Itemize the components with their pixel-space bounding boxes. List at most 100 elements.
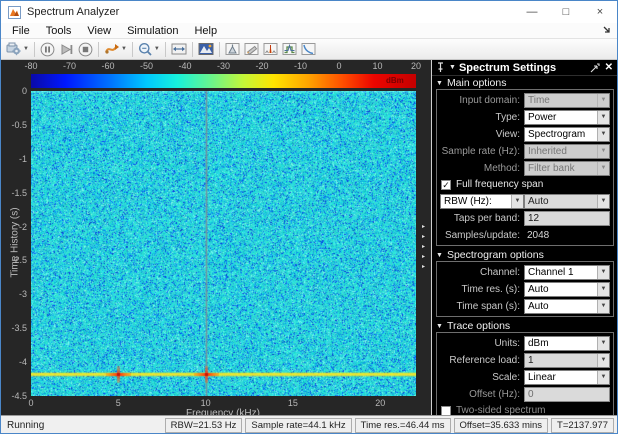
chevron-down-icon: ▼ bbox=[153, 46, 160, 52]
zoom-icon bbox=[138, 42, 152, 56]
tick-label: -3.5 bbox=[11, 323, 27, 334]
status-rbw: RBW=21.53 Hz bbox=[164, 417, 243, 433]
full-frequency-span-checkbox[interactable]: ✓ bbox=[441, 179, 451, 190]
playback-source-button[interactable]: ▼ bbox=[102, 40, 129, 58]
collapse-section-icon: ▼ bbox=[436, 79, 443, 87]
menu-view[interactable]: View bbox=[79, 25, 119, 37]
chevron-down-icon: ▼ bbox=[597, 194, 609, 208]
status-offset: Offset=35.633 mins bbox=[453, 417, 549, 433]
tick-label: 0 bbox=[21, 86, 27, 96]
main-options-box: Input domain: Time ▼ Type: Power ▼ View: S… bbox=[436, 89, 614, 246]
tick-label: -4 bbox=[18, 357, 27, 368]
maximize-button[interactable]: □ bbox=[549, 1, 583, 23]
pause-button[interactable] bbox=[38, 40, 57, 58]
method-row: Method: Filter bank ▼ bbox=[440, 160, 610, 176]
status-time-res: Time res.=46.44 ms bbox=[354, 417, 451, 433]
type-select[interactable]: Power ▼ bbox=[524, 109, 610, 125]
chevron-down-icon: ▼ bbox=[597, 370, 609, 384]
tick-label: 0 bbox=[336, 61, 342, 71]
channel-select[interactable]: Channel 1 ▼ bbox=[524, 264, 610, 280]
rbw-mode-select[interactable]: RBW (Hz): ▼ bbox=[440, 193, 524, 209]
scale-select[interactable]: Linear ▼ bbox=[524, 369, 610, 385]
field-label: Units: bbox=[494, 337, 520, 349]
peak-finder-icon bbox=[225, 43, 240, 55]
spectrogram-view-button[interactable] bbox=[196, 40, 216, 58]
section-trace-options[interactable]: ▼ Trace options bbox=[432, 319, 617, 332]
panel-title: Spectrum Settings bbox=[458, 61, 557, 74]
view-select[interactable]: Spectrogram ▼ bbox=[524, 126, 610, 142]
panel-close-icon[interactable]: ✕ bbox=[605, 62, 613, 73]
field-label: Offset (Hz): bbox=[469, 388, 520, 400]
span-button[interactable] bbox=[169, 40, 189, 58]
rbw-value-select[interactable]: Auto ▼ bbox=[524, 193, 610, 209]
field-label: Input domain: bbox=[459, 94, 520, 106]
toolbar-separator bbox=[131, 41, 133, 57]
tick-label: -2 bbox=[18, 221, 27, 232]
full-frequency-span-row[interactable]: ✓ Full frequency span bbox=[440, 177, 610, 192]
spectrogram-plot[interactable] bbox=[31, 91, 416, 396]
tick-label: -70 bbox=[62, 61, 77, 71]
chevron-down-icon: ▼ bbox=[597, 127, 609, 141]
pin-icon[interactable] bbox=[436, 62, 445, 73]
menu-file[interactable]: File bbox=[4, 25, 38, 37]
field-label: Time res. (s): bbox=[461, 283, 520, 295]
type-row: Type: Power ▼ bbox=[440, 109, 610, 125]
spectrogram-view-icon bbox=[198, 43, 214, 55]
zoom-button[interactable]: ▼ bbox=[136, 40, 162, 58]
spectrogram-options-box: Channel: Channel 1 ▼ Time res. (s): Auto ▼… bbox=[436, 261, 614, 317]
close-button[interactable]: × bbox=[583, 1, 617, 23]
collapse-panel-icon[interactable]: ▼ bbox=[449, 64, 456, 71]
panel-header: ▼ Spectrum Settings ✕ bbox=[432, 60, 617, 76]
units-select[interactable]: dBm ▼ bbox=[524, 335, 610, 351]
method-select: Filter bank ▼ bbox=[524, 160, 610, 176]
tick-label: 15 bbox=[287, 398, 298, 408]
section-main-options[interactable]: ▼ Main options bbox=[432, 76, 617, 89]
ccdf-icon bbox=[301, 43, 316, 55]
undock-icon[interactable] bbox=[590, 62, 600, 73]
chevron-down-icon: ▼ bbox=[597, 110, 609, 124]
minimize-button[interactable]: — bbox=[515, 1, 549, 23]
toolbar-separator bbox=[33, 41, 35, 57]
samples-update-row: Samples/update: 2048 bbox=[440, 227, 610, 243]
tick-label: 20 bbox=[410, 61, 422, 71]
section-spectrogram-options[interactable]: ▼ Spectrogram options bbox=[432, 248, 617, 261]
measurements-button[interactable] bbox=[242, 40, 261, 58]
field-label: View: bbox=[495, 128, 520, 140]
status-state: Running bbox=[7, 419, 45, 431]
sample-rate-select: Inherited ▼ bbox=[524, 143, 610, 159]
time-span-select[interactable]: Auto ▼ bbox=[524, 298, 610, 314]
tick-label: -1.5 bbox=[11, 187, 27, 198]
tick-label: -40 bbox=[178, 61, 192, 71]
ccdf-button[interactable] bbox=[299, 40, 318, 58]
field-label: Scale: bbox=[492, 371, 520, 383]
peak-finder-button[interactable] bbox=[223, 40, 242, 58]
reference-load-row: Reference load: 1 ▼ bbox=[440, 352, 610, 368]
tick-label: -1 bbox=[18, 153, 27, 164]
time-res-row: Time res. (s): Auto ▼ bbox=[440, 281, 610, 297]
window-title: Spectrum Analyzer bbox=[27, 6, 120, 18]
menu-simulation[interactable]: Simulation bbox=[119, 25, 186, 37]
distortion-button[interactable] bbox=[261, 40, 280, 58]
trace-options-box: Units: dBm ▼ Reference load: 1 ▼ Scale: Li… bbox=[436, 332, 614, 421]
toolbar-separator bbox=[97, 41, 99, 57]
stop-button[interactable] bbox=[76, 40, 95, 58]
status-sample-rate: Sample rate=44.1 kHz bbox=[245, 417, 352, 433]
menu-help[interactable]: Help bbox=[186, 25, 225, 37]
time-res-select[interactable]: Auto ▼ bbox=[524, 281, 610, 297]
menu-bar: File Tools View Simulation Help bbox=[1, 23, 617, 39]
reference-load-select[interactable]: 1 ▼ bbox=[524, 352, 610, 368]
chevron-down-icon: ▼ bbox=[597, 93, 609, 107]
config-export-button[interactable]: ▼ bbox=[4, 40, 31, 58]
scale-row: Scale: Linear ▼ bbox=[440, 369, 610, 385]
status-time: T=2137.977 bbox=[551, 417, 614, 433]
taps-per-band-input[interactable]: 12 bbox=[524, 210, 610, 226]
menu-tools[interactable]: Tools bbox=[38, 25, 80, 37]
panel-splitter[interactable]: ▸ ▸ ▸ ▸ ▸ bbox=[419, 223, 428, 271]
step-forward-button[interactable] bbox=[57, 40, 76, 58]
chevron-down-icon: ▼ bbox=[597, 299, 609, 313]
dock-arrow-icon[interactable] bbox=[603, 26, 612, 35]
section-title: Spectrogram options bbox=[446, 249, 544, 261]
section-title: Main options bbox=[446, 77, 507, 89]
spectral-mask-button[interactable] bbox=[280, 40, 299, 58]
colorbar-unit-label: dBm bbox=[386, 76, 404, 85]
